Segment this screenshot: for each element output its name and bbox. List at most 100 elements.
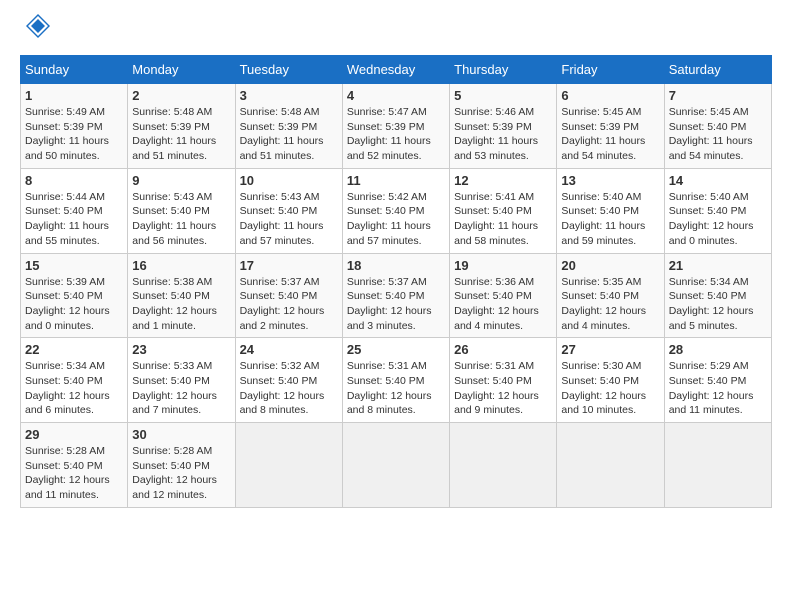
day-info: Sunrise: 5:37 AMSunset: 5:40 PMDaylight:…	[240, 275, 338, 334]
day-number: 26	[454, 342, 552, 357]
calendar-cell: 23 Sunrise: 5:33 AMSunset: 5:40 PMDayligh…	[128, 338, 235, 423]
calendar-cell: 10 Sunrise: 5:43 AMSunset: 5:40 PMDayligh…	[235, 168, 342, 253]
calendar-cell: 14Sunrise: 5:40 AMSunset: 5:40 PMDayligh…	[664, 168, 771, 253]
calendar-cell: 6 Sunrise: 5:45 AMSunset: 5:39 PMDaylight…	[557, 84, 664, 169]
calendar-body: 1Sunrise: 5:49 AMSunset: 5:39 PMDaylight…	[21, 84, 772, 508]
day-number: 29	[25, 427, 123, 442]
day-number: 23	[132, 342, 230, 357]
day-number: 2	[132, 88, 230, 103]
day-number: 9	[132, 173, 230, 188]
day-number: 6	[561, 88, 659, 103]
day-info: Sunrise: 5:33 AMSunset: 5:40 PMDaylight:…	[132, 359, 230, 418]
day-number: 22	[25, 342, 123, 357]
calendar-cell: 15 Sunrise: 5:39 AMSunset: 5:40 PMDayligh…	[21, 253, 128, 338]
calendar-cell: 5 Sunrise: 5:46 AMSunset: 5:39 PMDaylight…	[450, 84, 557, 169]
calendar-cell: 8 Sunrise: 5:44 AMSunset: 5:40 PMDaylight…	[21, 168, 128, 253]
day-number: 3	[240, 88, 338, 103]
calendar-cell	[450, 423, 557, 508]
day-info: Sunrise: 5:48 AMSunset: 5:39 PMDaylight:…	[132, 105, 230, 164]
day-info: Sunrise: 5:48 AMSunset: 5:39 PMDaylight:…	[240, 105, 338, 164]
day-info: Sunrise: 5:29 AMSunset: 5:40 PMDaylight:…	[669, 359, 767, 418]
weekday-header-friday: Friday	[557, 56, 664, 84]
calendar-cell: 22 Sunrise: 5:34 AMSunset: 5:40 PMDayligh…	[21, 338, 128, 423]
weekday-header-saturday: Saturday	[664, 56, 771, 84]
calendar-cell	[342, 423, 449, 508]
calendar-cell: 25 Sunrise: 5:31 AMSunset: 5:40 PMDayligh…	[342, 338, 449, 423]
day-number: 13	[561, 173, 659, 188]
day-info: Sunrise: 5:34 AMSunset: 5:40 PMDaylight:…	[25, 359, 123, 418]
day-number: 7	[669, 88, 767, 103]
weekday-header-tuesday: Tuesday	[235, 56, 342, 84]
calendar-cell: 2 Sunrise: 5:48 AMSunset: 5:39 PMDaylight…	[128, 84, 235, 169]
day-number: 20	[561, 258, 659, 273]
day-number: 21	[669, 258, 767, 273]
calendar-cell: 12 Sunrise: 5:41 AMSunset: 5:40 PMDayligh…	[450, 168, 557, 253]
calendar-cell: 24 Sunrise: 5:32 AMSunset: 5:40 PMDayligh…	[235, 338, 342, 423]
day-info: Sunrise: 5:45 AMSunset: 5:40 PMDaylight:…	[669, 105, 767, 164]
calendar-cell: 26 Sunrise: 5:31 AMSunset: 5:40 PMDayligh…	[450, 338, 557, 423]
weekday-header-row: SundayMondayTuesdayWednesdayThursdayFrid…	[21, 56, 772, 84]
day-info: Sunrise: 5:32 AMSunset: 5:40 PMDaylight:…	[240, 359, 338, 418]
day-info: Sunrise: 5:31 AMSunset: 5:40 PMDaylight:…	[347, 359, 445, 418]
calendar-cell: 27Sunrise: 5:30 AMSunset: 5:40 PMDayligh…	[557, 338, 664, 423]
calendar-week-row: 29 Sunrise: 5:28 AMSunset: 5:40 PMDayligh…	[21, 423, 772, 508]
day-info: Sunrise: 5:40 AMSunset: 5:40 PMDaylight:…	[561, 190, 659, 249]
calendar-cell: 11 Sunrise: 5:42 AMSunset: 5:40 PMDayligh…	[342, 168, 449, 253]
calendar-cell: 3 Sunrise: 5:48 AMSunset: 5:39 PMDaylight…	[235, 84, 342, 169]
day-number: 24	[240, 342, 338, 357]
day-info: Sunrise: 5:43 AMSunset: 5:40 PMDaylight:…	[240, 190, 338, 249]
logo	[20, 20, 52, 45]
weekday-header-monday: Monday	[128, 56, 235, 84]
day-number: 19	[454, 258, 552, 273]
calendar-cell: 1Sunrise: 5:49 AMSunset: 5:39 PMDaylight…	[21, 84, 128, 169]
calendar-cell: 4 Sunrise: 5:47 AMSunset: 5:39 PMDaylight…	[342, 84, 449, 169]
day-info: Sunrise: 5:44 AMSunset: 5:40 PMDaylight:…	[25, 190, 123, 249]
day-info: Sunrise: 5:41 AMSunset: 5:40 PMDaylight:…	[454, 190, 552, 249]
day-info: Sunrise: 5:38 AMSunset: 5:40 PMDaylight:…	[132, 275, 230, 334]
calendar-table: SundayMondayTuesdayWednesdayThursdayFrid…	[20, 55, 772, 508]
day-number: 28	[669, 342, 767, 357]
day-info: Sunrise: 5:42 AMSunset: 5:40 PMDaylight:…	[347, 190, 445, 249]
day-info: Sunrise: 5:28 AMSunset: 5:40 PMDaylight:…	[132, 444, 230, 503]
day-info: Sunrise: 5:30 AMSunset: 5:40 PMDaylight:…	[561, 359, 659, 418]
day-number: 12	[454, 173, 552, 188]
calendar-cell	[664, 423, 771, 508]
day-number: 25	[347, 342, 445, 357]
calendar-cell: 19 Sunrise: 5:36 AMSunset: 5:40 PMDayligh…	[450, 253, 557, 338]
calendar-cell: 9 Sunrise: 5:43 AMSunset: 5:40 PMDaylight…	[128, 168, 235, 253]
day-info: Sunrise: 5:36 AMSunset: 5:40 PMDaylight:…	[454, 275, 552, 334]
day-number: 5	[454, 88, 552, 103]
calendar-week-row: 22 Sunrise: 5:34 AMSunset: 5:40 PMDayligh…	[21, 338, 772, 423]
day-number: 8	[25, 173, 123, 188]
calendar-week-row: 1Sunrise: 5:49 AMSunset: 5:39 PMDaylight…	[21, 84, 772, 169]
day-number: 1	[25, 88, 123, 103]
day-number: 16	[132, 258, 230, 273]
day-info: Sunrise: 5:31 AMSunset: 5:40 PMDaylight:…	[454, 359, 552, 418]
day-info: Sunrise: 5:45 AMSunset: 5:39 PMDaylight:…	[561, 105, 659, 164]
day-info: Sunrise: 5:37 AMSunset: 5:40 PMDaylight:…	[347, 275, 445, 334]
day-number: 4	[347, 88, 445, 103]
day-info: Sunrise: 5:47 AMSunset: 5:39 PMDaylight:…	[347, 105, 445, 164]
calendar-week-row: 15 Sunrise: 5:39 AMSunset: 5:40 PMDayligh…	[21, 253, 772, 338]
day-number: 17	[240, 258, 338, 273]
calendar-cell: 17 Sunrise: 5:37 AMSunset: 5:40 PMDayligh…	[235, 253, 342, 338]
day-info: Sunrise: 5:39 AMSunset: 5:40 PMDaylight:…	[25, 275, 123, 334]
calendar-cell	[235, 423, 342, 508]
day-number: 14	[669, 173, 767, 188]
calendar-cell: 29 Sunrise: 5:28 AMSunset: 5:40 PMDayligh…	[21, 423, 128, 508]
day-number: 10	[240, 173, 338, 188]
weekday-header-sunday: Sunday	[21, 56, 128, 84]
day-info: Sunrise: 5:34 AMSunset: 5:40 PMDaylight:…	[669, 275, 767, 334]
day-number: 18	[347, 258, 445, 273]
day-info: Sunrise: 5:43 AMSunset: 5:40 PMDaylight:…	[132, 190, 230, 249]
day-number: 15	[25, 258, 123, 273]
day-info: Sunrise: 5:28 AMSunset: 5:40 PMDaylight:…	[25, 444, 123, 503]
calendar-cell: 18 Sunrise: 5:37 AMSunset: 5:40 PMDayligh…	[342, 253, 449, 338]
day-info: Sunrise: 5:46 AMSunset: 5:39 PMDaylight:…	[454, 105, 552, 164]
page-header	[20, 20, 772, 45]
weekday-header-wednesday: Wednesday	[342, 56, 449, 84]
calendar-cell: 16 Sunrise: 5:38 AMSunset: 5:40 PMDayligh…	[128, 253, 235, 338]
calendar-cell: 13 Sunrise: 5:40 AMSunset: 5:40 PMDayligh…	[557, 168, 664, 253]
day-info: Sunrise: 5:35 AMSunset: 5:40 PMDaylight:…	[561, 275, 659, 334]
day-number: 11	[347, 173, 445, 188]
